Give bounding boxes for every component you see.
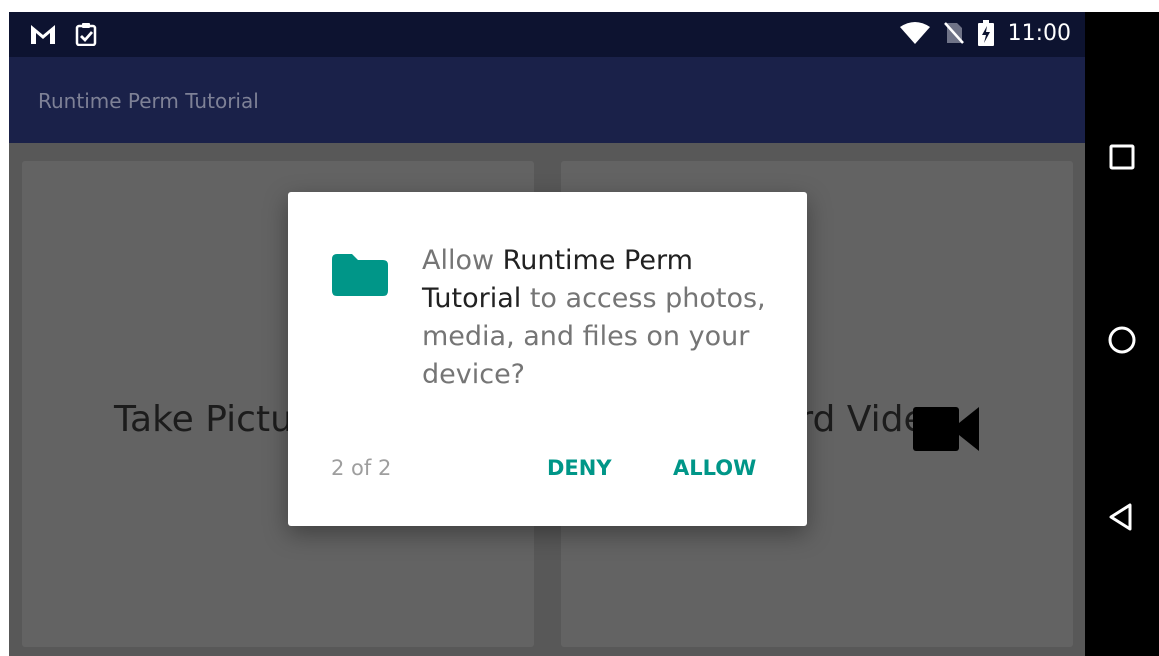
home-icon[interactable]: [1097, 315, 1147, 365]
navigation-bar: [1085, 12, 1159, 656]
wifi-icon: [899, 22, 930, 44]
battery-charging-icon: [977, 20, 994, 46]
status-right: 11:00: [899, 20, 1071, 46]
dialog-message-prefix: Allow: [422, 245, 503, 276]
no-sim-icon: [943, 22, 964, 44]
app-title: Runtime Perm Tutorial: [38, 89, 259, 113]
status-bar: 11:00: [9, 12, 1085, 57]
dialog-counter: 2 of 2: [331, 456, 392, 480]
gmail-icon: [31, 25, 55, 44]
screen: 11:00 Runtime Perm Tutorial Take Picture…: [9, 12, 1085, 656]
permission-dialog: Allow Runtime Perm Tutorial to access ph…: [288, 192, 807, 526]
back-icon[interactable]: [1097, 492, 1147, 542]
status-time: 11:00: [1007, 20, 1071, 46]
status-left: [29, 22, 97, 46]
recents-icon[interactable]: [1097, 132, 1147, 182]
folder-icon: [332, 254, 388, 296]
clipboard-check-icon: [75, 23, 97, 46]
allow-button[interactable]: ALLOW: [665, 448, 764, 488]
device-frame: 11:00 Runtime Perm Tutorial Take Picture…: [0, 0, 1159, 656]
dialog-message: Allow Runtime Perm Tutorial to access ph…: [422, 242, 782, 394]
videocam-icon: [913, 407, 979, 451]
deny-button[interactable]: DENY: [539, 448, 620, 488]
app-bar: Runtime Perm Tutorial: [9, 57, 1085, 143]
